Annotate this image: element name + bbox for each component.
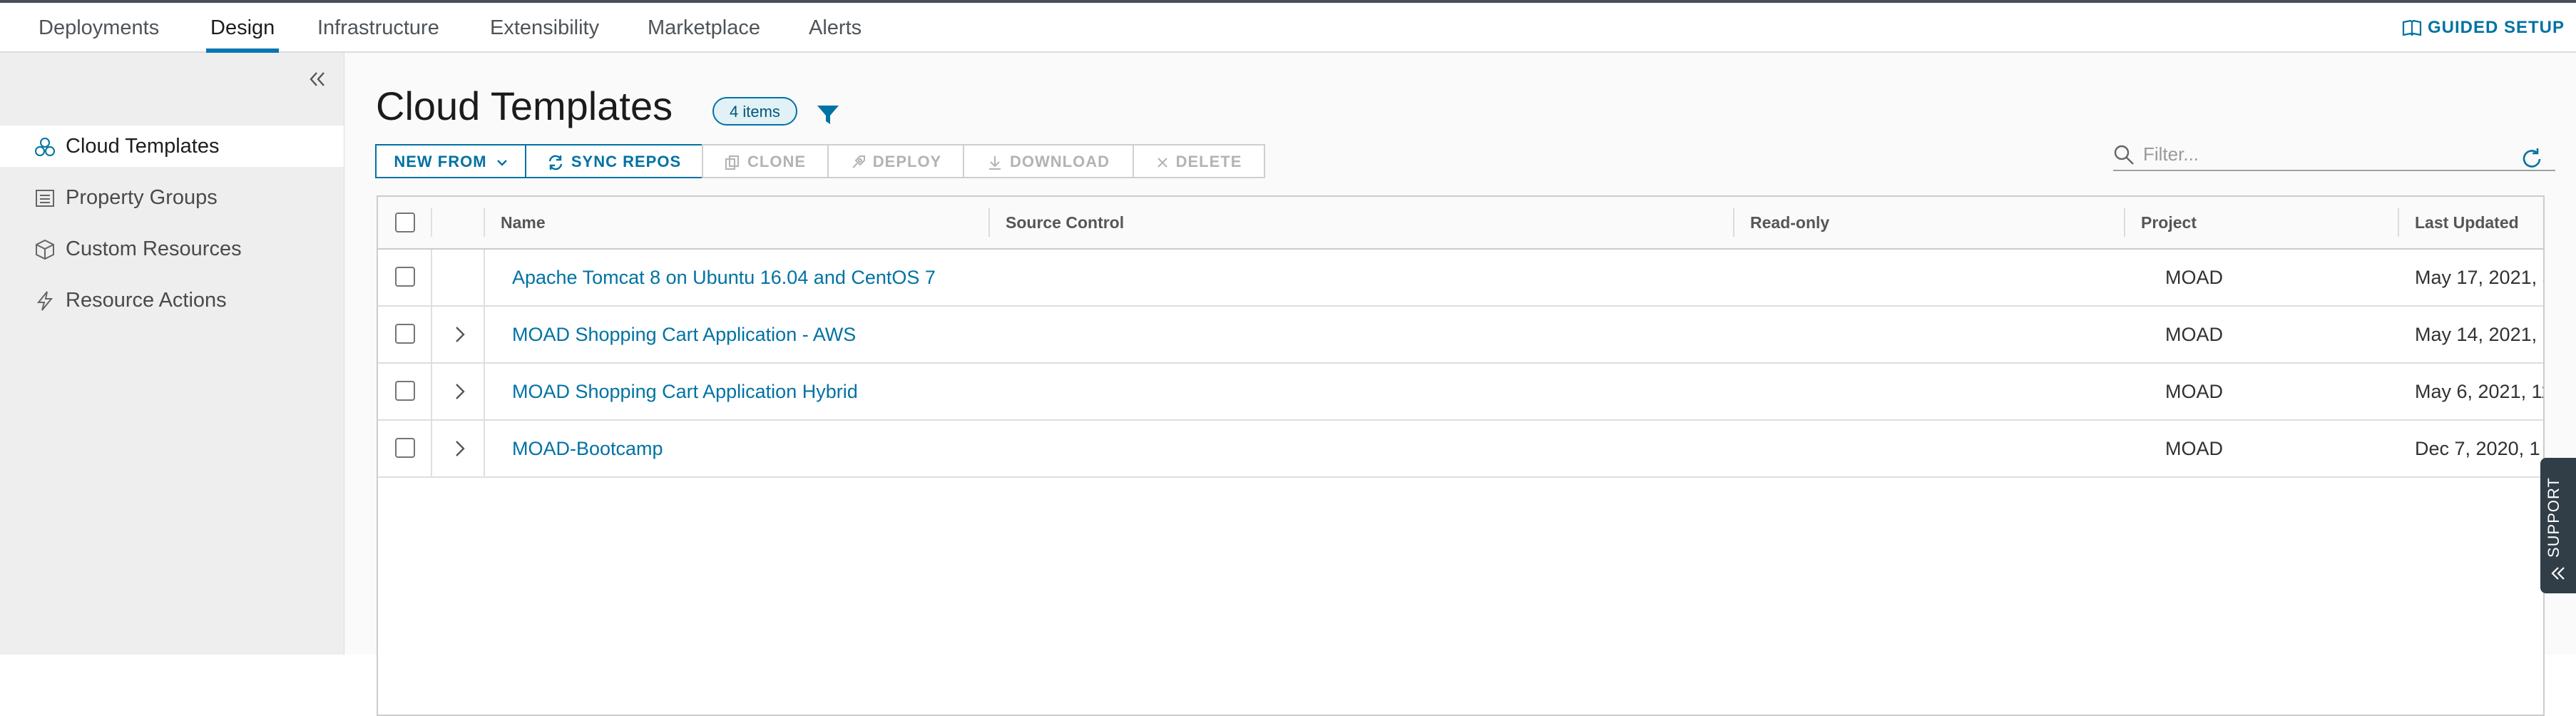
sidebar-item-label: Cloud Templates [66,135,220,158]
column-divider [484,364,485,419]
project-cell: MOAD [2165,381,2223,402]
project-cell: MOAD [2165,324,2223,345]
project-cell: MOAD [2165,438,2223,459]
download-icon [989,156,1001,170]
column-divider [431,421,432,476]
delete-button[interactable]: DELETE [1133,144,1265,178]
new-from-button[interactable]: NEW FROM [375,144,526,178]
page-title: Cloud Templates [376,83,673,128]
tab-design[interactable]: Design [205,3,280,53]
column-header-source-control[interactable]: Source Control [988,208,1124,237]
sidebar-item-property-groups[interactable]: Property Groups [0,177,344,218]
row-checkbox[interactable] [395,324,415,344]
sidebar-item-resource-actions[interactable]: Resource Actions [0,280,344,321]
column-divider [484,307,485,362]
table-row[interactable]: Apache Tomcat 8 on Ubuntu 16.04 and Cent… [378,250,2543,307]
chevrons-left-icon [2551,567,2565,580]
project-cell: MOAD [2165,267,2223,288]
support-label: SUPPORT [2545,477,2562,558]
last-updated-cell: May 14, 2021, 1 [2415,324,2545,345]
chevron-down-icon [496,160,507,166]
search-icon [2114,145,2134,165]
custom-resources-icon [36,239,54,260]
download-button[interactable]: DOWNLOAD [963,144,1134,178]
tab-infrastructure[interactable]: Infrastructure [317,3,439,53]
row-checkbox[interactable] [395,267,415,287]
sidebar-item-custom-resources[interactable]: Custom Resources [0,228,344,270]
book-icon [2402,19,2422,36]
chevron-right-icon[interactable] [449,324,471,345]
last-updated-cell: May 17, 2021, 3 [2415,267,2545,288]
sync-repos-button[interactable]: SYNC REPOS [525,144,703,178]
template-name-link[interactable]: MOAD Shopping Cart Application Hybrid [512,364,858,419]
main-content: Cloud Templates 4 items NEW FROM SYNC RE… [344,53,2576,716]
collapse-sidebar-icon[interactable] [307,68,328,90]
column-header-last-updated[interactable]: Last Updated [2398,208,2519,237]
tab-extensibility[interactable]: Extensibility [490,3,599,53]
filter-icon[interactable] [815,101,841,127]
new-from-label: NEW FROM [394,153,487,170]
guided-setup-link[interactable]: GUIDED SETUP [2402,3,2565,53]
filter-input[interactable] [2142,138,2544,170]
column-divider [484,250,485,305]
sidebar-item-label: Custom Resources [66,237,242,260]
property-groups-icon [36,190,54,207]
chevron-right-icon[interactable] [449,438,471,459]
sync-icon [548,155,563,170]
tab-marketplace[interactable]: Marketplace [648,3,760,53]
column-divider [484,421,485,476]
item-count-badge: 4 items [712,97,797,126]
top-nav-bar: Deployments Design Infrastructure Extens… [0,0,2576,53]
tab-deployments[interactable]: Deployments [39,3,159,53]
guided-setup-label: GUIDED SETUP [2427,18,2565,37]
template-name-link[interactable]: MOAD Shopping Cart Application - AWS [512,307,856,362]
row-checkbox[interactable] [395,438,415,458]
column-header-name[interactable]: Name [485,197,546,248]
last-updated-cell: Dec 7, 2020, 1 [2415,438,2540,459]
tab-alerts[interactable]: Alerts [809,3,862,53]
sidebar-item-label: Property Groups [66,186,218,209]
column-header-project[interactable]: Project [2124,208,2197,237]
resource-actions-icon [36,291,53,311]
templates-table: Name Source Control Read-only Project La… [377,195,2545,716]
table-row[interactable]: MOAD Shopping Cart Application - AWS MOA… [378,307,2543,364]
column-header-read-only[interactable]: Read-only [1733,208,1829,237]
last-updated-cell: May 6, 2021, 11 [2415,381,2545,402]
template-name-link[interactable]: Apache Tomcat 8 on Ubuntu 16.04 and Cent… [512,250,936,305]
table-row[interactable]: MOAD-Bootcamp MOAD Dec 7, 2020, 1 [378,421,2543,478]
refresh-icon[interactable] [2520,147,2544,171]
clone-label: CLONE [747,153,806,170]
clone-button[interactable]: CLONE [702,144,829,178]
column-divider [431,250,432,305]
table-header: Name Source Control Read-only Project La… [378,197,2543,250]
template-name-link[interactable]: MOAD-Bootcamp [512,421,663,476]
column-divider [431,307,432,362]
download-label: DOWNLOAD [1010,153,1110,170]
support-tab[interactable]: SUPPORT [2540,458,2576,593]
deploy-button[interactable]: DEPLOY [827,144,964,178]
table-row[interactable]: MOAD Shopping Cart Application Hybrid MO… [378,364,2543,421]
cloud-templates-icon [35,138,55,156]
chevron-right-icon[interactable] [449,381,471,402]
sidebar-item-cloud-templates[interactable]: Cloud Templates [0,126,344,167]
delete-label: DELETE [1175,153,1242,170]
clone-icon [725,155,739,170]
deploy-icon [852,155,865,168]
deploy-label: DEPLOY [872,153,942,170]
select-all-checkbox[interactable] [395,213,415,232]
row-checkbox[interactable] [395,381,415,401]
close-icon [1157,158,1167,168]
sidebar-item-label: Resource Actions [66,289,227,312]
filter-search [2113,138,2555,171]
column-divider [431,208,432,237]
sidebar: Cloud Templates Property Groups Custom R… [0,53,344,655]
sync-repos-label: SYNC REPOS [571,153,682,170]
column-divider [431,364,432,419]
